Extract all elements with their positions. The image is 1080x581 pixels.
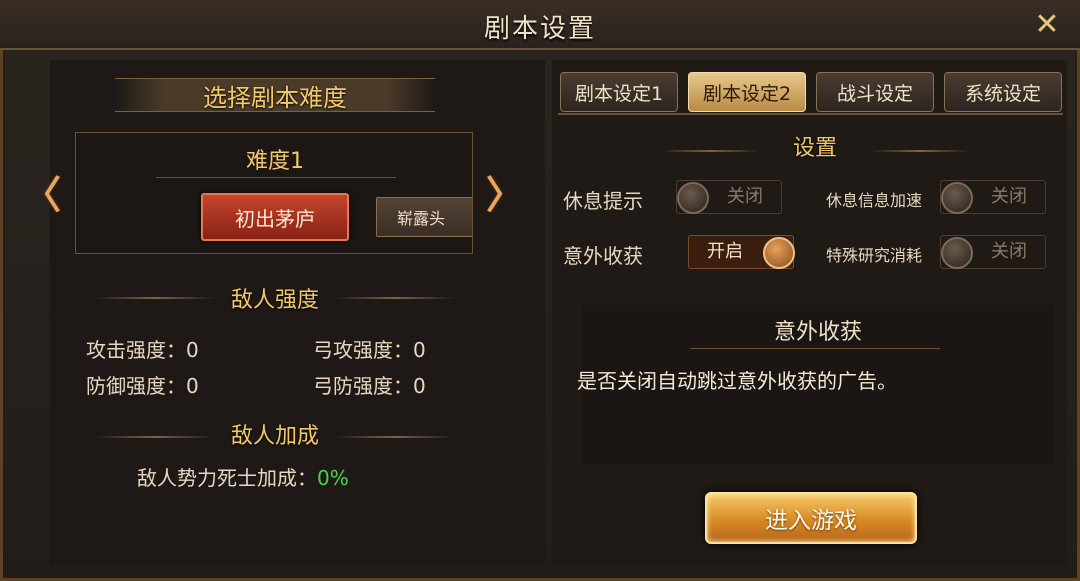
tab-battle-settings[interactable]: 战斗设定: [816, 72, 934, 112]
window-title: 剧本设置: [483, 14, 596, 44]
tab-script-settings-2[interactable]: 剧本设定2: [688, 72, 806, 112]
toggle-knob: [677, 182, 709, 214]
rest-info-accel-toggle[interactable]: 关闭: [940, 180, 1046, 214]
toggle-state: 关闭: [727, 186, 763, 207]
special-research-cost-label: 特殊研究消耗: [826, 246, 923, 265]
stat-label: 防御强度：: [86, 374, 186, 398]
stat-value: 0: [413, 374, 426, 398]
difficulty-header-label: 选择剧本难度: [203, 83, 347, 112]
bow-attack-strength-stat: 弓攻强度：0: [313, 334, 426, 363]
toggle-state: 关闭: [991, 186, 1027, 207]
toggle-knob: [941, 237, 973, 269]
ornament-line: [660, 150, 760, 152]
enemy-strength-header: 敌人强度: [175, 278, 375, 318]
stat-label: 攻击强度：: [86, 338, 186, 362]
difficulty-option-next[interactable]: 崭露头: [376, 197, 472, 237]
defense-strength-stat: 防御强度：0: [86, 370, 199, 399]
enemy-bonus-header: 敌人加成: [175, 414, 375, 454]
next-difficulty-arrow-icon[interactable]: 〉: [485, 175, 525, 215]
tab-system-settings[interactable]: 系统设定: [944, 72, 1062, 112]
info-title: 意外收获: [773, 320, 862, 345]
difficulty-name: 难度1: [246, 149, 304, 174]
settings-header-label: 设置: [792, 136, 837, 161]
stat-label: 敌人势力死士加成：: [137, 466, 317, 490]
rest-reminder-label: 休息提示: [563, 189, 643, 213]
divider: [690, 348, 940, 349]
divider: [156, 177, 396, 178]
rest-info-accel-label: 休息信息加速: [826, 191, 923, 210]
enter-game-button[interactable]: 进入游戏: [705, 492, 917, 544]
stat-value: 0: [186, 338, 199, 362]
difficulty-option-selected[interactable]: 初出茅庐: [201, 193, 349, 241]
unexpected-gain-label: 意外收获: [563, 244, 643, 268]
stat-label: 弓防强度：: [313, 374, 413, 398]
difficulty-selector: 难度1 初出茅庐 崭露头: [75, 132, 473, 254]
toggle-knob: [763, 237, 795, 269]
stat-label: 弓攻强度：: [313, 338, 413, 362]
ornament-line: [870, 150, 970, 152]
attack-strength-stat: 攻击强度：0: [86, 334, 199, 363]
tab-underline: [558, 113, 1063, 115]
difficulty-header: 选择剧本难度: [115, 75, 435, 115]
prev-difficulty-arrow-icon[interactable]: 〈: [22, 175, 62, 215]
stat-value: 0%: [317, 466, 349, 490]
settings-header: 设置: [760, 126, 870, 166]
bow-defense-strength-stat: 弓防强度：0: [313, 370, 426, 399]
close-icon[interactable]: ✕: [1032, 10, 1062, 40]
toggle-state: 开启: [707, 241, 743, 262]
enemy-bonus-stat: 敌人势力死士加成：0%: [137, 462, 349, 491]
toggle-knob: [941, 182, 973, 214]
enemy-strength-label: 敌人强度: [230, 288, 319, 313]
enemy-bonus-label: 敌人加成: [230, 424, 319, 449]
stat-value: 0: [413, 338, 426, 362]
info-description: 是否关闭自动跳过意外收获的广告。: [577, 369, 897, 393]
special-research-cost-toggle[interactable]: 关闭: [940, 235, 1046, 269]
stat-value: 0: [186, 374, 199, 398]
rest-reminder-toggle[interactable]: 关闭: [676, 180, 782, 214]
unexpected-gain-toggle[interactable]: 开启: [688, 235, 795, 269]
tab-script-settings-1[interactable]: 剧本设定1: [560, 72, 678, 112]
toggle-state: 关闭: [991, 241, 1027, 262]
